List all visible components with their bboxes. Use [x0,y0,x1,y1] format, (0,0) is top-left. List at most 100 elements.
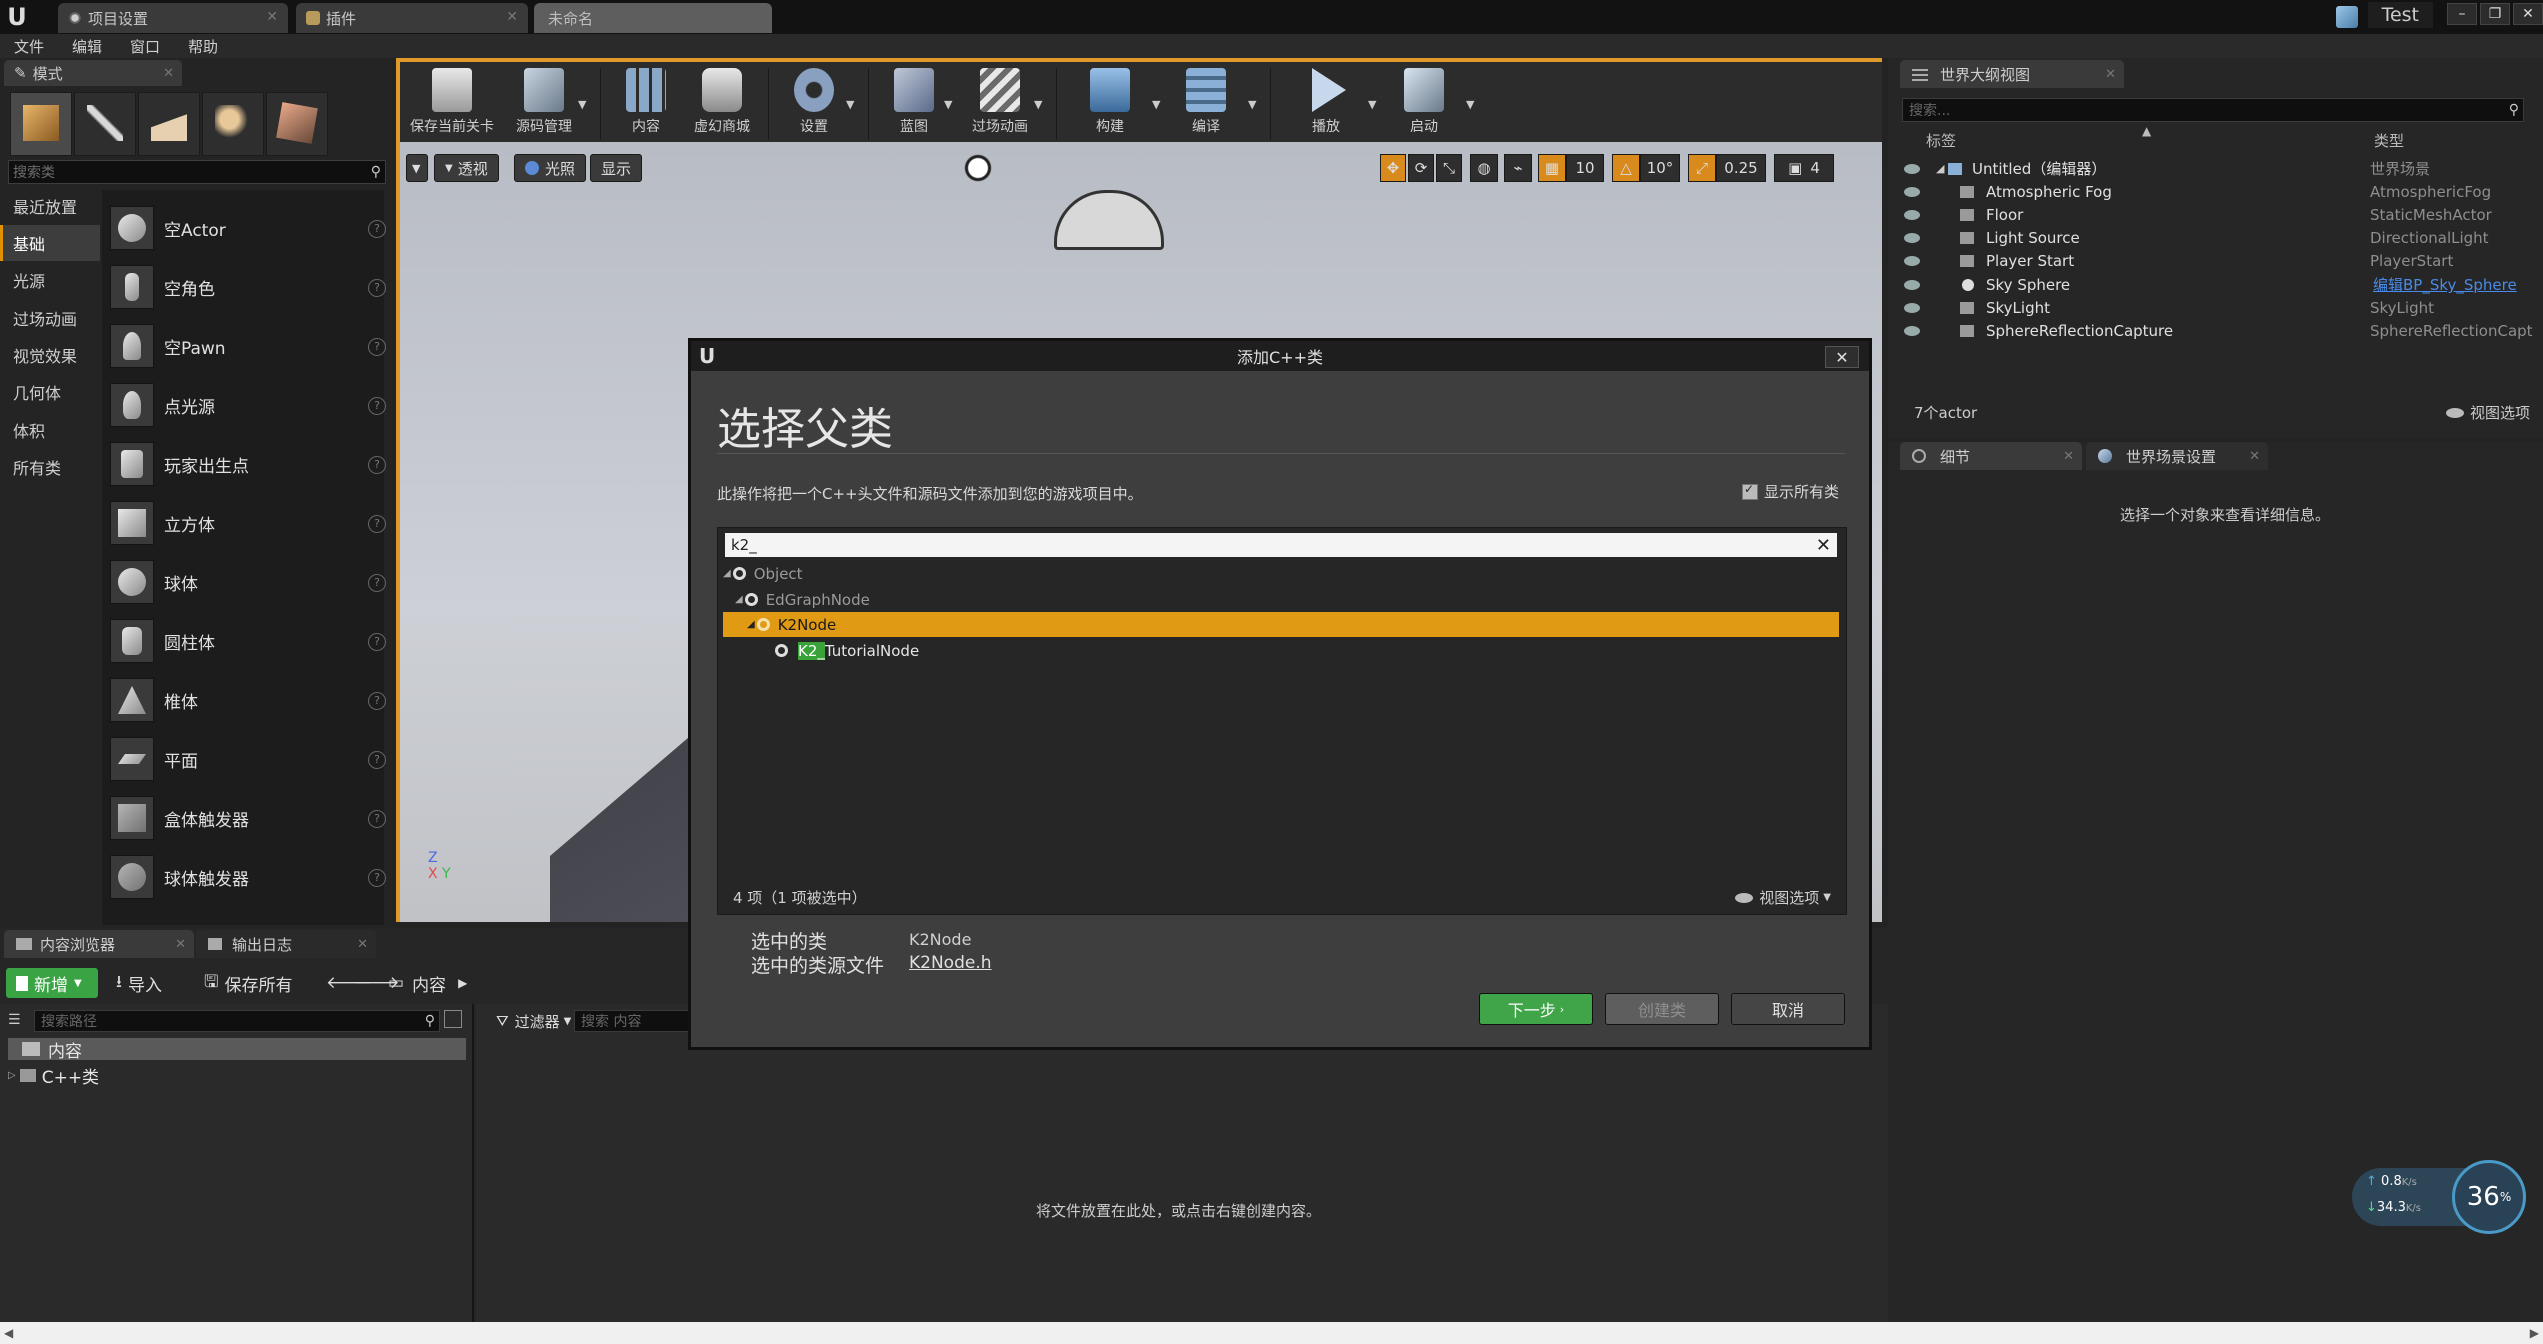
place-item-box-trigger[interactable]: 盒体触发器? [110,790,386,846]
tab-details[interactable]: 细节 ✕ [1900,442,2082,470]
content-button[interactable]: 内容 [606,68,686,136]
add-new-button[interactable]: 新增 ▼ [6,968,98,998]
rotation-snap-toggle[interactable]: △ [1612,154,1640,182]
play-button[interactable]: 播放 [1286,68,1366,136]
place-item-plane[interactable]: 平面? [110,731,386,787]
help-icon[interactable]: ? [368,338,386,356]
mode-place[interactable] [10,92,72,156]
viewport-options-button[interactable]: ▼ [406,154,428,182]
cinematics-button[interactable]: 过场动画 [960,68,1040,136]
list-view-icon[interactable] [444,1010,462,1028]
compile-button[interactable]: 编译 [1166,68,1246,136]
class-search-input[interactable]: 搜索类 ⚲ [8,160,386,184]
mode-paint[interactable] [74,92,136,156]
perspective-button[interactable]: ▼ 透视 [434,154,499,182]
place-item-cylinder[interactable]: 圆柱体? [110,613,386,669]
outliner-row[interactable]: SkyLight SkyLight [1888,296,2543,319]
close-icon[interactable]: ✕ [506,9,518,25]
lit-mode-button[interactable]: 光照 [514,154,587,182]
path-search-input[interactable]: 搜索路径 ⚲ [34,1010,440,1032]
scroll-right-icon[interactable]: ▶ [2530,1326,2539,1340]
outliner-row[interactable]: Floor StaticMeshActor [1888,203,2543,226]
help-icon[interactable]: ? [368,279,386,297]
class-tree-row[interactable]: ◢ Object [723,561,1839,586]
place-item-sphere[interactable]: 球体? [110,554,386,610]
filters-button[interactable]: ⛛ 过滤器 ▼ [496,1010,571,1032]
help-icon[interactable]: ? [368,633,386,651]
tab-world-settings[interactable]: 世界场景设置 ✕ [2086,442,2268,470]
build-button[interactable]: 构建 [1070,68,1150,136]
source-control-button[interactable]: 源码管理 [504,68,584,136]
help-icon[interactable]: ? [368,515,386,533]
surface-snap-button[interactable]: ⌁ [1504,154,1532,182]
help-icon[interactable]: ? [368,869,386,887]
rotation-snap-value[interactable]: 10° [1640,154,1680,182]
sky-light-icon[interactable] [1054,190,1164,250]
tab-modes[interactable]: ✎ 模式 ✕ [4,60,182,86]
place-item-cone[interactable]: 椎体? [110,672,386,728]
class-tree-row-selected[interactable]: ◢ K2Node [723,612,1839,637]
close-icon[interactable]: ✕ [266,9,278,25]
settings-button[interactable]: 设置 [774,68,854,136]
restore-button[interactable]: ❐ [2480,3,2510,25]
content-search-input[interactable]: 搜索 内容 [574,1010,696,1032]
grid-snap-toggle[interactable]: ▦ [1538,154,1566,182]
horizontal-scrollbar[interactable]: ◀ ▶ [0,1322,2543,1344]
tab-plugins[interactable]: 插件 ✕ [296,3,528,33]
column-header-label[interactable]: 标签 [1926,130,1956,151]
visibility-eye-icon[interactable] [1904,325,1920,336]
category-lights[interactable]: 光源 [0,262,100,298]
column-header-type[interactable]: 类型 [2374,130,2404,151]
view-options-button[interactable]: 视图选项 ▼ [1735,887,1831,908]
outliner-row[interactable]: Light Source DirectionalLight [1888,226,2543,249]
outliner-row[interactable]: SphereReflectionCapture SphereReflectionC… [1888,319,2543,342]
class-search-input[interactable]: k2_ ✕ [725,533,1837,557]
place-item-cube[interactable]: 立方体? [110,495,386,551]
edit-blueprint-link[interactable]: 编辑BP_Sky_Sphere [2373,274,2517,295]
show-button[interactable]: 显示 [590,154,643,182]
visibility-eye-icon[interactable] [1904,186,1920,197]
source-control-icon[interactable] [2336,6,2358,28]
help-icon[interactable]: ? [368,810,386,828]
chevron-down-icon[interactable]: ▼ [846,98,854,111]
camera-speed-button[interactable]: ▣ 4 [1774,154,1834,182]
help-icon[interactable]: ? [368,751,386,769]
close-icon[interactable]: ✕ [175,937,186,952]
outliner-search-input[interactable]: 搜索... ⚲ [1902,98,2524,122]
blueprints-button[interactable]: 蓝图 [874,68,954,136]
visibility-eye-icon[interactable] [1904,279,1920,290]
tab-output-log[interactable]: 输出日志 ✕ [196,930,376,958]
path-breadcrumb[interactable]: ▭ 内容 ▶ [388,968,467,998]
category-cinematic[interactable]: 过场动画 [0,300,100,336]
help-icon[interactable]: ? [368,456,386,474]
category-volumes[interactable]: 体积 [0,412,100,448]
place-item-point-light[interactable]: 点光源? [110,377,386,433]
close-icon[interactable]: ✕ [2063,449,2074,464]
close-button[interactable]: ✕ [1825,346,1859,368]
launch-button[interactable]: 启动 [1384,68,1464,136]
clear-search-icon[interactable]: ✕ [1816,535,1831,556]
marketplace-button[interactable]: 虚幻商城 [682,68,762,136]
chevron-down-icon[interactable]: ▼ [1368,98,1376,111]
menu-file[interactable]: 文件 [0,34,58,58]
close-button[interactable]: ✕ [2513,3,2543,25]
scale-snap-value[interactable]: 0.25 [1716,154,1766,182]
outliner-row[interactable]: Sky Sphere 编辑BP_Sky_Sphere [1888,273,2543,296]
close-icon[interactable]: ✕ [2105,67,2116,82]
cancel-button[interactable]: 取消 [1731,993,1845,1025]
mode-landscape[interactable] [138,92,200,156]
category-visual-effects[interactable]: 视觉效果 [0,337,100,373]
place-item-empty-actor[interactable]: 空Actor? [110,200,386,256]
scale-snap-toggle[interactable]: ⤢ [1688,154,1716,182]
place-item-sphere-trigger[interactable]: 球体触发器? [110,849,386,905]
menu-edit[interactable]: 编辑 [58,34,116,58]
help-icon[interactable]: ? [368,397,386,415]
network-monitor-widget[interactable]: ↑ 0.8K/s ↓34.3K/s 36% [2352,1160,2532,1234]
outliner-row[interactable]: Atmospheric Fog AtmosphericFog [1888,180,2543,203]
class-tree-row[interactable]: K2_ TutorialNode [723,638,1839,663]
tab-world-outliner[interactable]: 世界大纲视图 ✕ [1900,60,2124,88]
place-item-player-start[interactable]: 玩家出生点? [110,436,386,492]
chevron-down-icon[interactable]: ▼ [944,98,952,111]
outliner-row[interactable]: ◢ Untitled（编辑器） 世界场景 [1888,157,2543,180]
dialog-title-bar[interactable]: U 添加C++类 ✕ [691,341,1869,371]
